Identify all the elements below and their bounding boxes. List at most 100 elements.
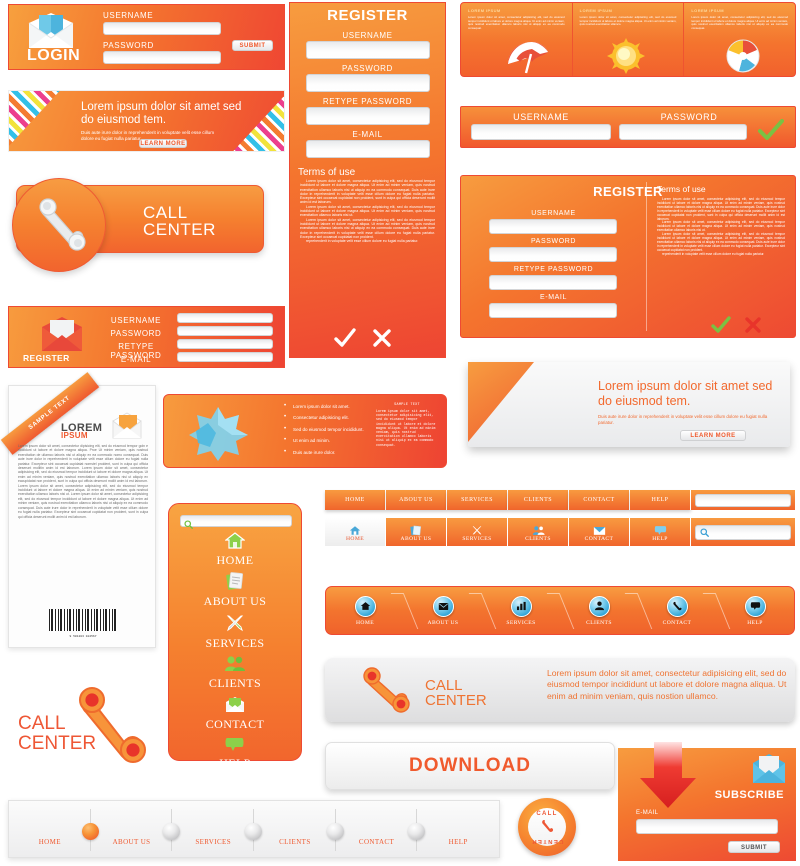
nav-label: HELP (448, 838, 468, 846)
check-icon[interactable] (711, 316, 731, 334)
username-label: USERNAME (103, 11, 154, 20)
email-label: E-MAIL (352, 130, 383, 139)
submit-button[interactable]: SUBMIT (232, 40, 273, 51)
feature-card[interactable]: LOREM IPSUM Lorem ipsum dolor sit amet, … (461, 3, 573, 76)
call-center-icon-disc[interactable] (12, 178, 106, 272)
nav-bar-circles: HOME ABOUT US SERVICES CLIENTS CONTACT H… (325, 586, 795, 635)
nav-item-clients[interactable]: CLIENTS (508, 490, 569, 510)
feature-list-strip: Lorem ipsum dolor sit amet. Consectetur … (163, 394, 447, 468)
list-item: Ut enim ad minim. (284, 437, 364, 443)
check-icon[interactable] (758, 119, 784, 141)
nav-item-help[interactable]: HELP (630, 490, 691, 510)
retype-password-label: RETYPE PASSWORD (322, 97, 413, 106)
nav-item-help[interactable]: HELP (630, 518, 691, 546)
document-icon (226, 572, 243, 590)
nav-item-home[interactable]: HOME (325, 518, 386, 546)
username-input[interactable] (489, 219, 617, 234)
tools-icon (226, 615, 244, 632)
sidebar-item-about-us[interactable]: ABOUT US (169, 572, 301, 609)
down-arrow-icon (640, 742, 696, 808)
nav-item-help[interactable]: HELP (417, 801, 499, 857)
feature-card[interactable]: LOREM IPSUM Lorem ipsum dolor sit amet, … (684, 3, 795, 76)
password-input[interactable] (103, 51, 221, 64)
nav-item-contact[interactable]: CONTACT (336, 801, 426, 857)
cross-icon[interactable] (372, 328, 392, 348)
call-center-banner: CALL CENTER Lorem ipsum dolor sit amet, c… (325, 658, 795, 722)
username-input[interactable] (177, 313, 273, 323)
panel-divider (646, 182, 647, 331)
username-label: USERNAME (342, 31, 393, 40)
nav-item-home[interactable]: HOME (325, 490, 386, 510)
nav-item-home[interactable]: HOME (326, 587, 419, 634)
nav-item-services[interactable]: SERVICES (447, 490, 508, 510)
password-input[interactable] (306, 74, 430, 92)
username-input[interactable] (103, 22, 221, 35)
sun-icon (607, 38, 646, 74)
email-input[interactable] (636, 819, 778, 834)
nav-item-about-us[interactable]: ABOUT US (386, 518, 447, 546)
web-elements-kit-canvas: LOGIN USERNAME PASSWORD SUBMIT Lorem ips… (0, 0, 800, 866)
search-input[interactable] (695, 493, 791, 507)
password-input[interactable] (489, 247, 617, 262)
cross-icon[interactable] (744, 316, 762, 334)
download-button[interactable]: DOWNLOAD (325, 742, 615, 790)
list-item: Consectetur adipisicing elit. (284, 414, 364, 420)
submit-button[interactable]: SUBMIT (728, 841, 780, 853)
learn-more-button[interactable]: LEARN MORE (139, 139, 187, 148)
call-center-badge[interactable]: CALL CENTER (518, 798, 576, 856)
nav-item-about-us[interactable]: ABOUT US (91, 801, 181, 857)
nav-item-services[interactable]: SERVICES (172, 801, 263, 857)
email-input[interactable] (177, 352, 273, 362)
email-input[interactable] (489, 303, 617, 318)
register-panel: REGISTER USERNAME PASSWORD RETYPE PASSWO… (460, 175, 796, 338)
phone-handset-icon (542, 820, 554, 832)
nav-item-clients[interactable]: CLIENTS (254, 801, 344, 857)
nav-item-services[interactable]: SERVICES (482, 587, 575, 634)
nav-item-clients[interactable]: CLIENTS (508, 518, 569, 546)
fold-banner-heading: Lorem ipsum dolor sit amet sed do eiusmo… (598, 379, 773, 408)
check-icon[interactable] (334, 328, 356, 348)
password-input[interactable] (177, 326, 273, 336)
sidebar-item-services[interactable]: SERVICES (169, 614, 301, 651)
nav-bar-plain: HOME ABOUT US SERVICES CLIENTS CONTACT H… (325, 490, 795, 510)
speech-bubble-icon (750, 602, 760, 610)
nav-item-services[interactable]: SERVICES (447, 518, 508, 546)
retype-password-input[interactable] (177, 339, 273, 349)
nav-item-contact[interactable]: CONTACT (569, 518, 630, 546)
nav-label: CLIENTS (586, 619, 612, 626)
card-body: Lorem ipsum dolor sit amet, consectetur … (579, 15, 677, 27)
search-input[interactable] (695, 524, 791, 540)
register-strip: REGISTER USERNAME PASSWORD RETYPE PASSWO… (8, 306, 285, 368)
learn-more-button[interactable]: LEARN MORE (680, 430, 746, 441)
nav-label: CLIENTS (525, 535, 551, 542)
retype-password-input[interactable] (489, 275, 617, 290)
nav-item-contact[interactable]: CONTACT (569, 490, 630, 510)
barcode-number: 9 501203 104567 (69, 635, 97, 638)
nav-item-home[interactable]: HOME (9, 801, 99, 857)
password-input[interactable] (619, 124, 747, 140)
sidebar-item-clients[interactable]: CLIENTS (169, 655, 301, 691)
card-heading: LOREM IPSUM (579, 8, 613, 13)
terms-title: Terms of use (657, 184, 706, 194)
username-input[interactable] (471, 124, 611, 140)
document-icon (410, 525, 421, 535)
feature-card[interactable]: LOREM IPSUM Lorem ipsum dolor sit amet, … (573, 3, 685, 76)
retype-password-input[interactable] (306, 107, 430, 125)
search-icon (184, 520, 193, 529)
nav-item-help[interactable]: HELP (716, 587, 794, 634)
search-input[interactable] (180, 515, 292, 529)
nav-item-contact[interactable]: CONTACT (638, 587, 731, 634)
sidebar-label: HELP (219, 756, 251, 770)
email-input[interactable] (306, 140, 430, 158)
sidebar-item-home[interactable]: HOME (169, 532, 301, 568)
user-icon (594, 601, 604, 611)
sidebar-label: CONTACT (205, 717, 265, 731)
sidebar-item-help[interactable]: HELP (169, 736, 301, 771)
nav-item-about-us[interactable]: ABOUT US (404, 587, 497, 634)
download-button-label: DOWNLOAD (409, 755, 531, 776)
sidebar-item-contact[interactable]: CONTACT (169, 696, 301, 732)
nav-item-about-us[interactable]: ABOUT US (386, 490, 447, 510)
username-input[interactable] (306, 41, 430, 59)
nav-item-clients[interactable]: CLIENTS (560, 587, 653, 634)
email-label: E-MAIL (540, 294, 567, 301)
